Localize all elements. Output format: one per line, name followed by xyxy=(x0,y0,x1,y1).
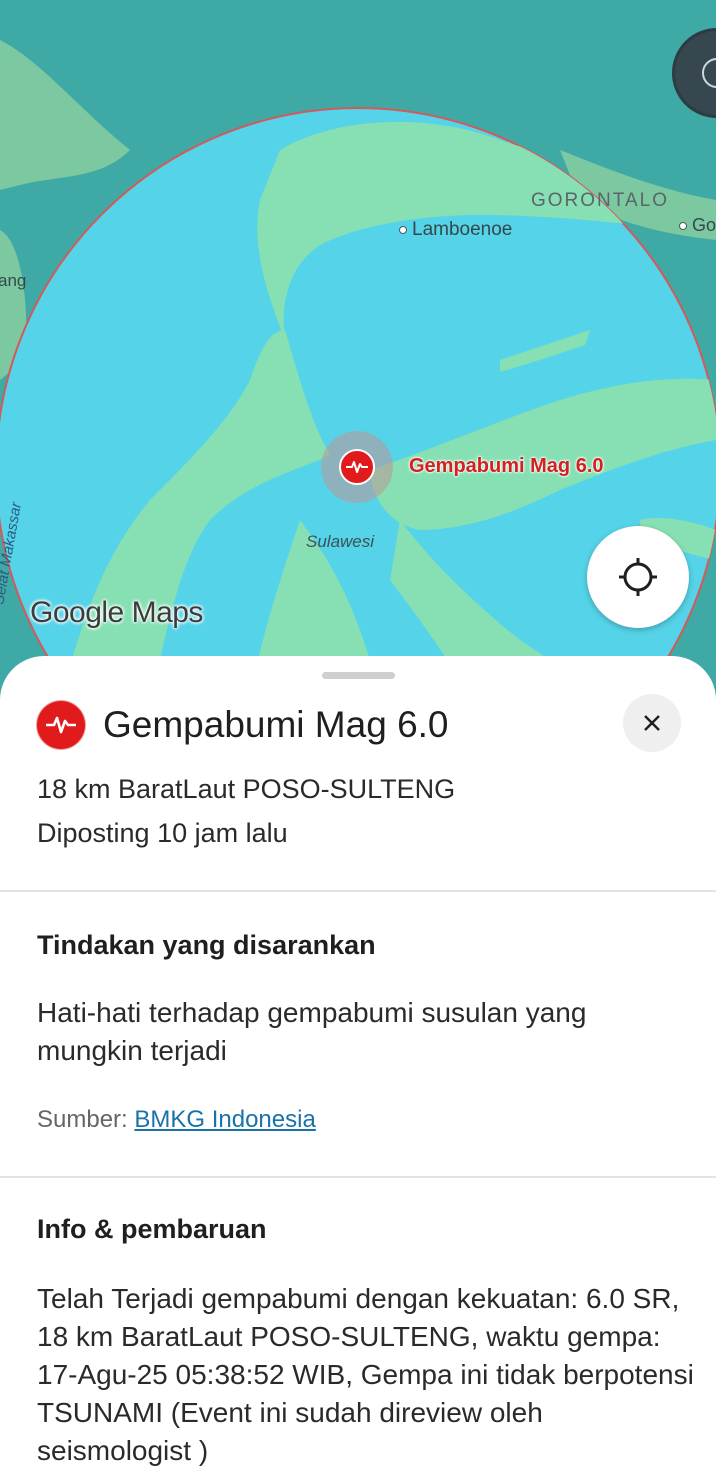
my-location-icon xyxy=(619,558,657,596)
place-dot-icon xyxy=(679,222,687,231)
sheet-drag-handle[interactable] xyxy=(322,672,395,679)
quake-marker[interactable] xyxy=(339,449,375,485)
place-label-go[interactable]: Go xyxy=(679,215,716,236)
place-label-gorontalo[interactable]: GORONTALO xyxy=(531,190,669,212)
alert-posted-time: Diposting 10 jam lalu xyxy=(37,818,288,848)
recommended-action-heading: Tindakan yang disarankan xyxy=(37,930,376,960)
quake-map-label[interactable]: Gempabumi Mag 6.0 xyxy=(409,455,604,478)
place-label-sulawesi: Sulawesi xyxy=(306,532,375,551)
info-updates-heading: Info & pembaruan xyxy=(37,1214,267,1244)
place-label-text: Lamboenoe xyxy=(412,219,513,240)
seismic-wave-icon xyxy=(346,461,368,473)
source-prefix: Sumber: xyxy=(37,1106,135,1133)
map-view[interactable]: GORONTALO Lamboenoe Go ang Sulawesi Sela… xyxy=(0,0,716,700)
compass-icon xyxy=(702,58,716,88)
section-divider xyxy=(0,1176,716,1178)
alert-location: 18 km BaratLaut POSO-SULTENG xyxy=(37,774,456,804)
close-icon xyxy=(644,715,660,731)
google-maps-attribution: Google Maps xyxy=(30,596,203,629)
section-divider xyxy=(0,890,716,892)
place-label-ang[interactable]: ang xyxy=(0,271,26,291)
place-dot-icon xyxy=(399,225,407,234)
alert-bottom-sheet: Gempabumi Mag 6.0 18 km BaratLaut POSO-S… xyxy=(0,656,716,1468)
seismic-wave-icon xyxy=(37,701,85,749)
place-label-lamboenoe[interactable]: Lamboenoe xyxy=(399,219,512,241)
alert-title-row: Gempabumi Mag 6.0 xyxy=(37,700,449,750)
place-label-text: Go xyxy=(692,215,716,235)
alert-title: Gempabumi Mag 6.0 xyxy=(103,704,449,745)
source-link[interactable]: BMKG Indonesia xyxy=(134,1106,315,1133)
info-updates-text: Telah Terjadi gempabumi dengan kekuatan:… xyxy=(37,1283,694,1466)
recommended-action-text: Hati-hati terhadap gempabumi susulan yan… xyxy=(37,997,587,1066)
my-location-button[interactable] xyxy=(587,526,689,628)
source-line: Sumber: BMKG Indonesia xyxy=(37,1106,316,1134)
close-button[interactable] xyxy=(623,694,681,752)
